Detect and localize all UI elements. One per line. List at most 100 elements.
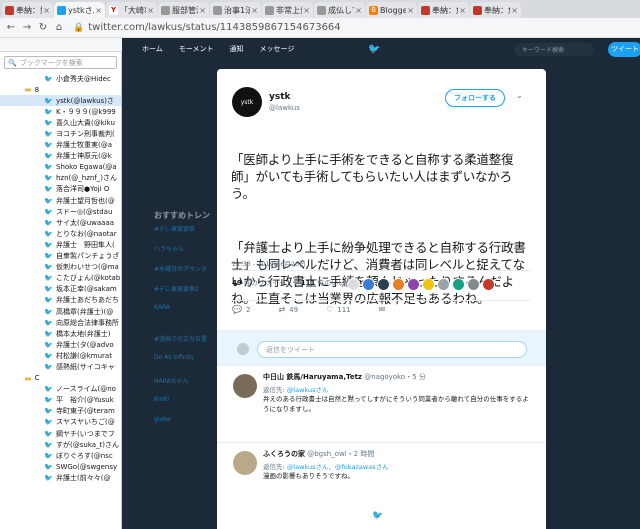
reply-author-name[interactable]: ふくろうの家 [263, 450, 305, 458]
trend-item[interactable]: ハラちゃん [154, 244, 184, 253]
bookmark-item[interactable]: 🐦 橋本太地(弁護士) [0, 328, 121, 339]
bookmark-folder[interactable]: ▬ 8 [0, 84, 121, 95]
reply-author-name[interactable]: 中日山 鉄馬/Haruyama,Tetz [263, 373, 362, 381]
bookmark-item[interactable]: 🐦 ystk(@lawkus)さ [0, 95, 121, 107]
close-icon[interactable]: × [303, 6, 310, 15]
trend-item[interactable]: KinKi [154, 396, 169, 403]
nav-home[interactable]: ホーム [142, 44, 163, 54]
avatar[interactable] [437, 278, 450, 291]
bookmark-item[interactable]: 🐦 とりなお(@naotar [0, 228, 121, 239]
dm-button[interactable]: ✉ [379, 305, 390, 314]
close-icon[interactable]: × [251, 6, 258, 15]
reply-tweet[interactable]: 中日山 鉄馬/Haruyama,Tetz @nagoyoko・5 分 返信先: … [217, 365, 546, 442]
avatar[interactable] [482, 278, 495, 291]
trend-item[interactable]: #水曜日のダウンタ [154, 264, 207, 273]
reply-author-handle[interactable]: @nagoyoko [364, 373, 405, 381]
avatar[interactable] [233, 374, 257, 398]
close-icon[interactable]: × [199, 6, 206, 15]
browser-tab[interactable]: Y「大崎事件× [106, 2, 157, 18]
forward-icon[interactable]: → [19, 22, 35, 33]
tweet-timestamp[interactable]: 21:33 - 2019年6月26日 [232, 258, 306, 268]
reply-to-users[interactable]: @lawkusさん [287, 386, 329, 394]
close-icon[interactable]: × [355, 6, 362, 15]
tweet-compose-button[interactable]: ツイート [608, 42, 640, 57]
twitter-bird-icon[interactable]: 🐦 [368, 44, 380, 55]
bookmark-item[interactable]: 🐦 スドー◎(@stdau [0, 206, 121, 217]
bookmark-item[interactable]: 🐦 仮刺わいせつ(@ma [0, 262, 121, 273]
bookmark-item[interactable]: 🐦 弁護士神原元(@k [0, 151, 121, 162]
nav-messages[interactable]: メッセージ [260, 44, 295, 54]
close-icon[interactable]: × [43, 6, 50, 15]
trend-item[interactable]: HARAちゃん [154, 376, 189, 385]
bookmark-folder[interactable]: ▬ C [0, 373, 121, 384]
bookmark-item[interactable]: 🐦 SWGo(@swgensy [0, 461, 121, 472]
address-bar[interactable]: 🔒 twitter.com/lawkus/status/114385986715… [73, 22, 341, 33]
close-icon[interactable]: × [511, 6, 518, 15]
bookmark-item[interactable]: 🐦 弁護士(前々々(@ [0, 472, 121, 483]
bookmark-item[interactable]: 🐦 自衆製パンチょうざ [0, 251, 121, 262]
chevron-down-icon[interactable]: ⌄ [516, 91, 523, 100]
avatar[interactable] [347, 278, 360, 291]
reply-time[interactable]: ・2 時間 [347, 450, 375, 458]
trend-item[interactable]: #漫画での立ち位置 [154, 334, 207, 343]
bookmark-item[interactable]: 🐦 サイ太(@uwaaaa [0, 217, 121, 228]
bookmark-item[interactable]: 🐦 ヨコチン刑事裁判( [0, 128, 121, 139]
bookmark-item[interactable]: 🐦 弁護士 野田隼人( [0, 239, 121, 250]
bookmark-item[interactable]: 🐦 弁護士あだちあだち [0, 295, 121, 306]
reply-input[interactable]: 返信をツイート [257, 341, 527, 358]
avatar[interactable] [422, 278, 435, 291]
avatar[interactable] [233, 451, 257, 475]
bookmark-item[interactable]: 🐦 平 裕介(@Yusuk [0, 395, 121, 406]
browser-tab[interactable]: 非常上告× [262, 2, 313, 18]
browser-tab[interactable]: 奉納：奴× [2, 2, 53, 18]
browser-tab[interactable]: 奉納：危× [418, 2, 469, 18]
home-icon[interactable]: ⌂ [51, 22, 67, 33]
follow-button[interactable]: フォローする [445, 89, 505, 107]
bookmark-item[interactable]: 🐦 hzn(@_hznf_)さん [0, 173, 121, 184]
browser-tab[interactable]: 服部管法× [158, 2, 209, 18]
bookmark-item[interactable]: 🐦 ぼりぐろす(@nsc [0, 450, 121, 461]
bookmark-item[interactable]: 🐦 弁護士望月哲也(@ [0, 195, 121, 206]
avatar[interactable] [362, 278, 375, 291]
retweets-label[interactable]: 件のリツイート [244, 278, 293, 288]
reply-time[interactable]: ・5 分 [405, 373, 426, 381]
back-icon[interactable]: ← [3, 22, 19, 33]
reply-button[interactable]: 💬 2 [232, 305, 250, 314]
browser-tab[interactable]: 成仏して× [314, 2, 365, 18]
avatar[interactable] [377, 278, 390, 291]
close-icon[interactable]: × [407, 6, 414, 15]
author-handle[interactable]: @lawkus [269, 104, 300, 112]
nav-moments[interactable]: モーメント [179, 44, 214, 54]
bookmark-item[interactable]: 🐦 スヤスヤいちご(@ [0, 417, 121, 428]
trend-item[interactable]: #デレ東家宴祭2 [154, 284, 199, 293]
reply-tweet[interactable]: ふくろうの家 @bgsh_owl・2 時間 返信先: @lawkusさん、@fu… [217, 442, 546, 506]
bookmark-item[interactable]: 🐦 感熱紙(サイコキャ [0, 361, 121, 372]
avatar[interactable] [392, 278, 405, 291]
browser-tab-active[interactable]: ystkさんは× [54, 2, 105, 18]
like-button[interactable]: ♡ 111 [326, 305, 351, 314]
trend-item[interactable]: globe [154, 416, 171, 423]
twitter-search-input[interactable]: キーワード検索 [514, 43, 594, 56]
avatar[interactable] [407, 278, 420, 291]
bookmark-item[interactable]: 🐦 こたびょん(@kotab [0, 273, 121, 284]
retweet-button[interactable]: ⇄ 49 [278, 305, 298, 314]
bookmark-search-input[interactable]: 🔍 ブックマークを検索 [4, 56, 117, 69]
reload-icon[interactable]: ↻ [35, 22, 51, 33]
bookmark-item[interactable]: 🐦 弁護士(タ(@advo [0, 339, 121, 350]
browser-tab[interactable]: 治事1法道× [210, 2, 261, 18]
close-icon[interactable]: × [459, 6, 466, 15]
avatar[interactable] [452, 278, 465, 291]
likes-count[interactable]: 111 [301, 279, 316, 287]
bookmark-item[interactable]: 🐦 ノースライム(@no [0, 384, 121, 395]
bookmark-item[interactable]: 🐦 喜久山大貴(@kiku [0, 117, 121, 128]
bookmark-item[interactable]: 🐦 弁護士牧重実(@a [0, 140, 121, 151]
browser-tab[interactable]: BBlogger：× [366, 2, 417, 18]
bookmark-item[interactable]: 🐦 Shoko Egawa(@a [0, 162, 121, 173]
bookmark-item[interactable]: 🐦 村松謙(@kmurat [0, 350, 121, 361]
avatar[interactable] [467, 278, 480, 291]
bookmark-item[interactable]: 🐦 高橋章(弁護士)(@ [0, 306, 121, 317]
bookmark-item[interactable]: 🐦 小倉秀夫@Hidec [0, 73, 121, 84]
bookmark-item[interactable]: 🐦 すが(@suka_t)さん [0, 439, 121, 450]
bookmark-item[interactable]: 🐦 落合洋司●Yoji O [0, 184, 121, 195]
avatar[interactable]: ystk [232, 87, 262, 117]
